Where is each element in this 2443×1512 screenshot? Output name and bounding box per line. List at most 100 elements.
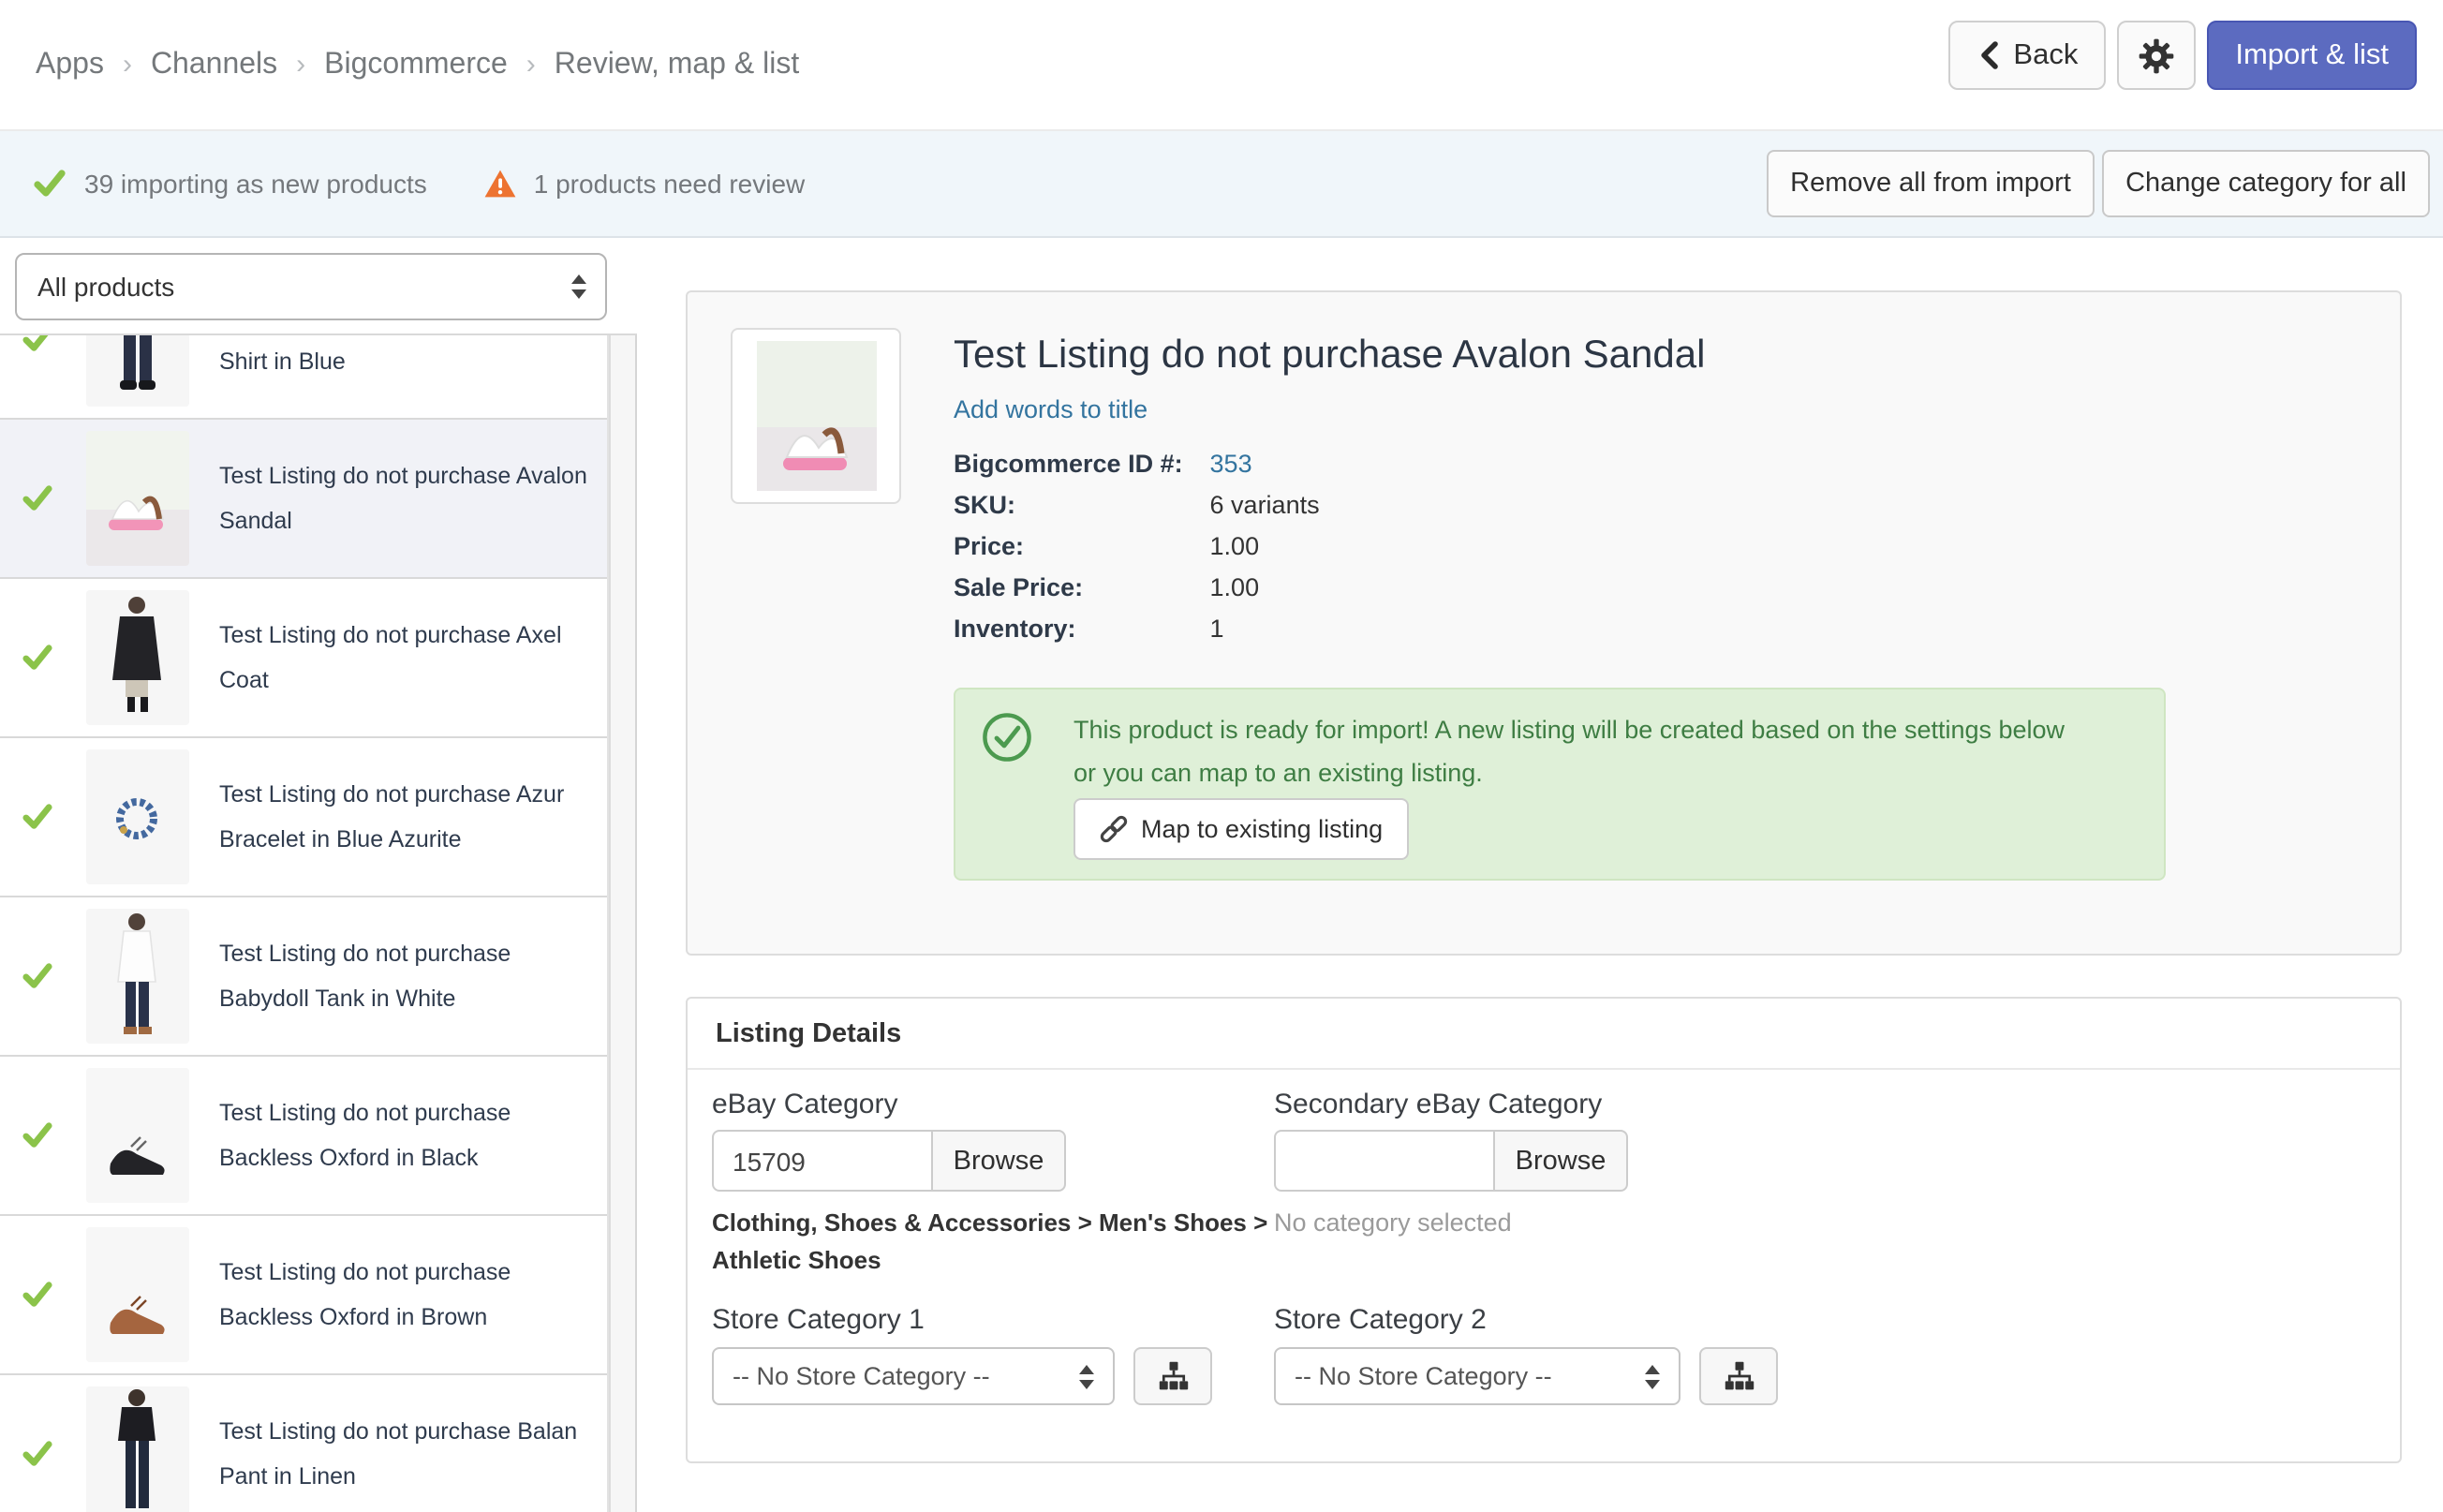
sale-price-label: Sale Price: — [954, 573, 1084, 601]
breadcrumb-channels[interactable]: Channels — [151, 48, 277, 82]
ebay-category-input[interactable] — [712, 1130, 933, 1192]
product-thumbnail — [86, 1386, 189, 1512]
product-thumbnail — [86, 1068, 189, 1203]
product-filter-value: All products — [37, 272, 175, 302]
topbar-actions: Back Import & list — [1947, 21, 2417, 90]
product-list-item-balan-pant[interactable]: Test Listing do not purchase Balan Pant … — [0, 1375, 607, 1512]
product-list-item-avalon-sandal[interactable]: Test Listing do not purchase Avalon Sand… — [0, 420, 607, 579]
product-detail-title: Test Listing do not purchase Avalon Sand… — [954, 334, 1706, 377]
product-thumbnail — [86, 431, 189, 566]
row-check-icon — [22, 644, 52, 672]
map-to-existing-listing-button[interactable]: Map to existing listing — [1073, 798, 1410, 860]
product-thumbnail — [86, 909, 189, 1044]
select-caret-icon — [1643, 1362, 1662, 1390]
price-label: Price: — [954, 532, 1025, 560]
product-list-item-babydoll-tank[interactable]: Test Listing do not purchase Babydoll Ta… — [0, 897, 607, 1057]
product-title: Test Listing do not purchase Austin Shir… — [219, 348, 346, 375]
store-category-1-value: -- No Store Category -- — [733, 1362, 990, 1390]
store-category-1-tree-button[interactable] — [1133, 1347, 1212, 1405]
ready-for-import-alert: This product is ready for import! A new … — [954, 688, 2166, 881]
status-summary: 39 importing as new products 1 products … — [34, 131, 805, 236]
store-category-1-select[interactable]: -- No Store Category -- — [712, 1347, 1115, 1405]
product-thumbnail — [86, 749, 189, 884]
top-bar: Apps › Channels › Bigcommerce › Review, … — [0, 0, 2443, 129]
settings-button[interactable] — [2117, 21, 2197, 90]
listing-details-card: Listing Details eBay Category Browse Clo… — [686, 997, 2402, 1463]
store-category-1-label: Store Category 1 — [712, 1304, 925, 1336]
secondary-category-input-group: Browse — [1274, 1130, 1628, 1192]
back-button[interactable]: Back — [1947, 21, 2107, 90]
listing-details-title: Listing Details — [716, 1019, 902, 1049]
product-summary-card: Test Listing do not purchase Avalon Sand… — [686, 290, 2402, 956]
store-category-2-tree-button[interactable] — [1699, 1347, 1778, 1405]
price-value: 1.00 — [1209, 532, 1260, 560]
store-category-2-select[interactable]: -- No Store Category -- — [1274, 1347, 1680, 1405]
product-list-item-backless-oxford-brown[interactable]: Test Listing do not purchase Backless Ox… — [0, 1216, 607, 1375]
review-count-text: 1 products need review — [533, 169, 806, 199]
ebay-category-label: eBay Category — [712, 1089, 898, 1120]
breadcrumb: Apps › Channels › Bigcommerce › Review, … — [36, 0, 799, 129]
product-list-item-backless-oxford-black[interactable]: Test Listing do not purchase Backless Ox… — [0, 1057, 607, 1216]
product-list-item-axel-coat[interactable]: Test Listing do not purchase Axel Coat — [0, 579, 607, 738]
secondary-ebay-category-input[interactable] — [1274, 1130, 1495, 1192]
import-button-label: Import & list — [2235, 38, 2389, 70]
link-chain-icon — [1100, 815, 1128, 843]
product-list: Test Listing do not purchase Austin Shir… — [0, 335, 609, 1512]
product-thumbnail — [86, 335, 189, 407]
product-filter-select[interactable]: All products — [15, 253, 607, 320]
row-check-icon — [22, 335, 52, 353]
status-actions: Remove all from import Change category f… — [1767, 131, 2430, 236]
importing-count-text: 39 importing as new products — [84, 169, 427, 199]
store-category-2-value: -- No Store Category -- — [1295, 1362, 1552, 1390]
inventory-label: Inventory: — [954, 615, 1076, 643]
product-title: Test Listing do not purchase Backless Ox… — [219, 1259, 511, 1330]
product-thumbnail — [86, 1227, 189, 1362]
product-title: Test Listing do not purchase Balan Pant … — [219, 1418, 578, 1490]
select-caret-icon — [570, 273, 588, 301]
bigcommerce-id-link[interactable]: 353 — [1210, 450, 1252, 478]
breadcrumb-separator-icon: › — [296, 49, 306, 81]
row-check-icon — [22, 803, 52, 831]
secondary-category-browse-button[interactable]: Browse — [1493, 1130, 1628, 1192]
row-check-icon — [22, 1121, 52, 1149]
select-caret-icon — [1077, 1362, 1096, 1390]
sku-label: SKU: — [954, 491, 1015, 519]
no-category-selected-text: No category selected — [1274, 1208, 1512, 1237]
alert-message: This product is ready for import! A new … — [1073, 716, 2065, 787]
chevron-left-icon — [1976, 39, 2000, 71]
remove-all-from-import-button[interactable]: Remove all from import — [1767, 150, 2095, 217]
row-check-icon — [22, 484, 52, 512]
product-list-wrap: Test Listing do not purchase Austin Shir… — [0, 334, 637, 1512]
sale-price-value: 1.00 — [1209, 573, 1260, 601]
row-check-icon — [22, 1440, 52, 1468]
row-check-icon — [22, 962, 52, 990]
hierarchy-icon — [1723, 1360, 1755, 1392]
breadcrumb-separator-icon: › — [526, 49, 536, 81]
product-list-item-austin-shirt[interactable]: Test Listing do not purchase Austin Shir… — [0, 335, 607, 420]
ebay-category-browse-button[interactable]: Browse — [931, 1130, 1066, 1192]
success-check-icon — [34, 169, 66, 199]
product-detail-fields: Bigcommerce ID #: 353 SKU: 6 variants Pr… — [954, 450, 1320, 656]
product-sidebar: All products Test Listing do not purchas… — [0, 238, 637, 1512]
change-category-for-all-button[interactable]: Change category for all — [2102, 150, 2430, 217]
product-title: Test Listing do not purchase Axel Coat — [219, 622, 562, 693]
map-button-label: Map to existing listing — [1141, 815, 1384, 843]
circle-check-icon — [982, 712, 1032, 763]
breadcrumb-apps[interactable]: Apps — [36, 48, 104, 82]
import-status-bar: 39 importing as new products 1 products … — [0, 129, 2443, 238]
ebay-category-input-group: Browse — [712, 1130, 1066, 1192]
hierarchy-icon — [1157, 1360, 1189, 1392]
import-and-list-button[interactable]: Import & list — [2207, 21, 2417, 90]
back-button-label: Back — [2013, 38, 2079, 70]
gear-icon — [2138, 37, 2175, 74]
product-title: Test Listing do not purchase Backless Ox… — [219, 1100, 511, 1171]
breadcrumb-bigcommerce[interactable]: Bigcommerce — [324, 48, 508, 82]
sidebar-scrollbar[interactable] — [609, 335, 637, 1512]
secondary-ebay-category-label: Secondary eBay Category — [1274, 1089, 1603, 1120]
sku-value: 6 variants — [1209, 491, 1320, 519]
product-title: Test Listing do not purchase Azur Bracel… — [219, 781, 565, 852]
add-words-to-title-link[interactable]: Add words to title — [954, 395, 1147, 423]
row-check-icon — [22, 1281, 52, 1309]
ebay-category-path: Clothing, Shoes & Accessories > Men's Sh… — [712, 1208, 1268, 1274]
product-list-item-azur-bracelet[interactable]: Test Listing do not purchase Azur Bracel… — [0, 738, 607, 897]
